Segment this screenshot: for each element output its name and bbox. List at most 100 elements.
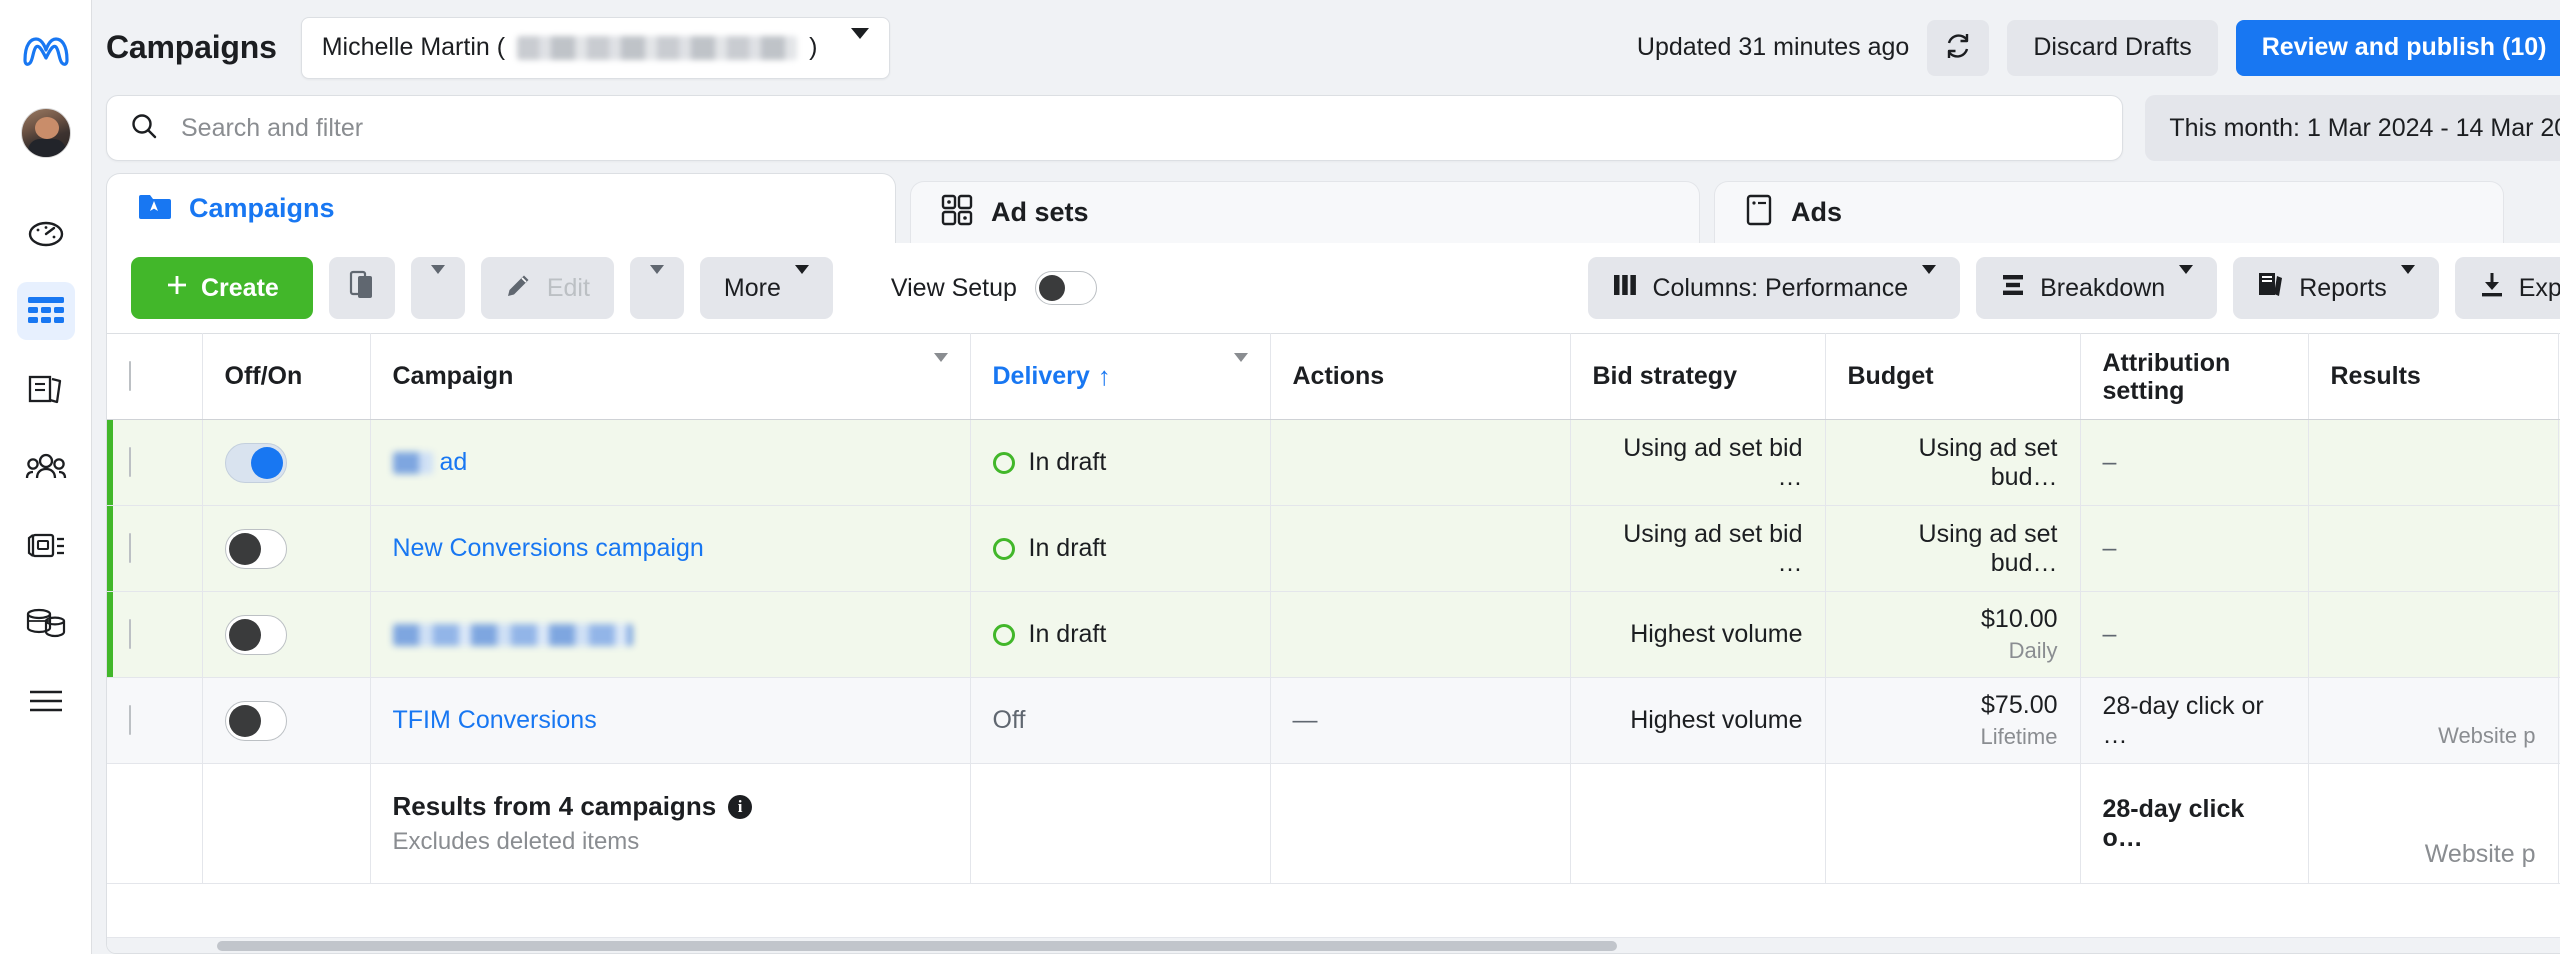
tab-adsets[interactable]: Ad sets (910, 181, 1700, 243)
user-avatar[interactable] (20, 108, 71, 158)
column-header-actions: Actions (1270, 333, 1571, 420)
row-checkbox[interactable] (129, 705, 131, 735)
sidebar-item-menu[interactable] (17, 672, 75, 730)
sidebar-item-dashboard[interactable] (17, 204, 75, 262)
chevron-down-icon[interactable] (933, 353, 948, 391)
summary-checkbox-cell (107, 763, 203, 884)
refresh-button[interactable] (1927, 19, 1990, 76)
date-range-label: This month: 1 Mar 2024 - 14 Mar 2024 (2169, 113, 2560, 142)
campaign-on-off-toggle[interactable] (224, 700, 287, 741)
summary-title: Results from 4 campaigns (392, 791, 717, 821)
campaign-on-off-toggle[interactable] (224, 442, 287, 483)
campaign-name-link[interactable]: ad (439, 448, 467, 476)
updated-timestamp: Updated 31 minutes ago (1636, 33, 1910, 61)
column-label: Delivery (992, 362, 1090, 390)
column-label: Bid strategy (1592, 362, 1737, 390)
campaigns-table-icon (26, 295, 66, 327)
view-setup-toggle[interactable] (1034, 271, 1097, 305)
pencil-icon (505, 271, 533, 306)
tab-adsets-label: Ad sets (991, 197, 1089, 227)
row-campaign-cell: New Conversions campaign (370, 505, 971, 592)
row-checkbox-cell (107, 505, 203, 592)
breakdown-button[interactable]: Breakdown (1976, 257, 2218, 319)
library-pages-icon (26, 371, 66, 407)
review-and-publish-button[interactable]: Review and publish (10) (2235, 19, 2560, 76)
tab-campaigns[interactable]: Campaigns (106, 173, 896, 243)
budget-type: Daily (2008, 638, 2058, 664)
columns-button[interactable]: Columns: Performance (1588, 257, 1961, 319)
duplicate-button[interactable] (328, 257, 395, 319)
chevron-down-icon[interactable] (1233, 353, 1248, 391)
summary-results-cell: Website p (2308, 763, 2559, 884)
summary-attribution-cell: 28-day click o… (2080, 763, 2309, 884)
info-icon[interactable]: i (728, 794, 753, 819)
chevron-down-icon (649, 264, 664, 303)
search-input[interactable]: Search and filter (181, 114, 363, 143)
sidebar-item-creative[interactable] (17, 516, 75, 574)
reports-icon (2257, 271, 2285, 306)
campaigns-table-container: Off/On Campaign Delivery ↑ Actions Bid st… (107, 333, 2560, 937)
row-checkbox[interactable] (129, 533, 131, 563)
sidebar-item-audiences[interactable] (17, 438, 75, 496)
discard-drafts-button[interactable]: Discard Drafts (2007, 19, 2218, 76)
campaign-name-link[interactable]: TFIM Conversions (393, 706, 597, 734)
column-label: Actions (1292, 362, 1385, 390)
row-toggle-cell (202, 677, 371, 764)
row-delivery-cell: Off (970, 677, 1271, 764)
duplicate-icon (349, 270, 375, 307)
tab-ads[interactable]: Ads (1714, 181, 2504, 243)
row-budget-cell: $75.00 Lifetime (1825, 677, 2081, 764)
reports-button[interactable]: Reports (2233, 257, 2439, 319)
meta-logo-icon[interactable] (17, 22, 75, 80)
search-and-filter-box[interactable]: Search and filter (106, 95, 2124, 161)
table-row[interactable]: In draft Highest volume $10.00 Daily – (107, 591, 2560, 678)
column-header-campaign[interactable]: Campaign (370, 333, 971, 420)
date-range-picker[interactable]: This month: 1 Mar 2024 - 14 Mar 2024 (2145, 95, 2560, 161)
row-campaign-cell (370, 591, 971, 678)
table-row[interactable]: TFIM Conversions Off — Highest volume $7… (107, 677, 2560, 764)
more-button[interactable]: More (699, 257, 833, 319)
row-results-cell (2308, 505, 2559, 592)
row-checkbox[interactable] (129, 447, 131, 477)
chevron-down-icon (2179, 264, 2194, 303)
column-header-results: Results (2308, 333, 2559, 420)
left-navigation-rail (0, 0, 92, 954)
scrollbar-thumb[interactable] (217, 941, 1617, 951)
row-delivery-cell: In draft (970, 505, 1271, 592)
level-tabs: Campaigns Ad sets Ads (92, 173, 2560, 243)
row-attribution-cell: – (2080, 505, 2309, 592)
campaign-on-off-toggle[interactable] (224, 614, 287, 655)
campaign-name-redacted[interactable] (392, 624, 633, 647)
select-all-checkbox[interactable] (129, 361, 131, 391)
edit-button[interactable]: Edit (480, 257, 614, 319)
sidebar-item-library[interactable] (17, 360, 75, 418)
campaign-on-off-toggle[interactable] (224, 528, 287, 569)
campaign-name-link[interactable]: New Conversions campaign (393, 534, 704, 562)
horizontal-scrollbar[interactable] (107, 937, 2560, 953)
dashboard-gauge-icon (26, 213, 66, 253)
row-results-cell (2308, 419, 2559, 506)
table-row[interactable]: ad In draft Using ad set bid … Using ad … (107, 419, 2560, 506)
ads-document-icon (1745, 194, 1773, 231)
duplicate-dropdown-button[interactable] (410, 257, 465, 319)
sidebar-item-billing[interactable] (17, 594, 75, 652)
row-checkbox[interactable] (129, 619, 131, 649)
toggle-knob (228, 532, 261, 565)
chevron-down-icon (1922, 264, 1937, 303)
adsets-grid-icon (941, 194, 973, 231)
edit-dropdown-button[interactable] (629, 257, 684, 319)
account-selector[interactable]: Michelle Martin ( ) (300, 16, 891, 79)
creative-collection-icon (25, 529, 67, 561)
export-button[interactable]: Export (2454, 257, 2560, 319)
row-actions-cell (1270, 591, 1571, 678)
column-header-delivery[interactable]: Delivery ↑ (970, 333, 1271, 420)
account-name: Michelle Martin ( (321, 33, 506, 61)
toggle-knob (228, 704, 261, 737)
tab-ads-label: Ads (1791, 197, 1843, 227)
campaigns-panel: Create Edit More View Setup Columns: Per… (106, 243, 2560, 954)
toggle-knob (228, 618, 261, 651)
table-row[interactable]: New Conversions campaign In draft Using … (107, 505, 2560, 592)
sidebar-item-campaigns[interactable] (16, 282, 75, 340)
campaigns-table: Off/On Campaign Delivery ↑ Actions Bid st… (107, 333, 2560, 884)
create-button[interactable]: Create (131, 257, 313, 319)
